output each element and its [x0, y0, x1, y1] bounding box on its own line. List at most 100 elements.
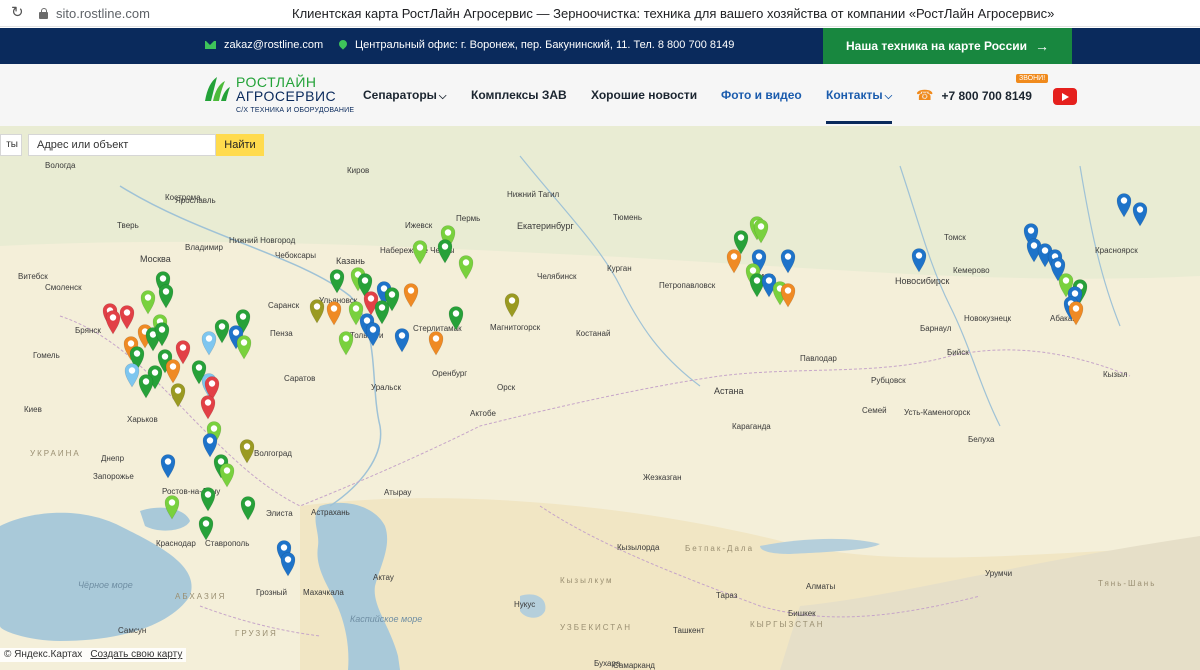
map-marker-icon[interactable]	[158, 283, 174, 309]
nav-separators[interactable]: Сепараторы ⌵	[363, 88, 447, 102]
city-label: Орск	[497, 383, 516, 392]
copyright-text: © Яндекс.Картах	[4, 649, 83, 660]
city-label: Казань	[336, 256, 365, 266]
phone-icon: ☎	[916, 87, 934, 103]
map-marker-icon[interactable]	[458, 254, 474, 280]
map-marker-icon[interactable]	[1132, 201, 1148, 227]
logo-text: РОСТЛАЙН АГРОСЕРВИС С/Х ТЕХНИКА И ОБОРУД…	[236, 75, 354, 114]
map-marker-icon[interactable]	[160, 453, 176, 479]
city-label: Магнитогорск	[490, 323, 541, 332]
map-marker-icon[interactable]	[780, 248, 796, 274]
nav-complexes[interactable]: Комплексы ЗАВ	[471, 88, 567, 102]
top-info-bar: zakaz@rostline.com Центральный офис: г. …	[0, 28, 1200, 64]
email-contact[interactable]: zakaz@rostline.com	[205, 39, 323, 51]
call-badge: ЗВОНИ!	[1016, 74, 1049, 83]
map-copyright: © Яндекс.Картах Создать свою карту	[0, 648, 187, 662]
city-label: Нижний Тагил	[507, 190, 560, 199]
map-marker-icon[interactable]	[239, 438, 255, 464]
city-label: Павлодар	[800, 354, 837, 363]
city-label: Гомель	[33, 351, 60, 360]
map-marker-icon[interactable]	[780, 282, 796, 308]
nav-contacts[interactable]: Контакты ⌵	[826, 88, 892, 102]
city-label: Краснодар	[156, 539, 196, 548]
layers-button[interactable]: ты	[0, 134, 22, 156]
map-marker-icon[interactable]	[154, 321, 170, 347]
city-label: Новокузнецк	[964, 314, 1012, 323]
region-label: УЗБЕКИСТАН	[560, 623, 632, 632]
map-marker-icon[interactable]	[105, 309, 121, 335]
city-label: Кызыл	[1103, 370, 1128, 379]
map-marker-icon[interactable]	[280, 551, 296, 577]
city-label: Новосибирск	[895, 276, 950, 286]
map-marker-icon[interactable]	[140, 289, 156, 315]
url-text[interactable]: sito.rostline.com	[56, 6, 150, 21]
map-marker-icon[interactable]	[1116, 192, 1132, 218]
map-marker-icon[interactable]	[448, 305, 464, 331]
map-marker-icon[interactable]	[329, 268, 345, 294]
phone-number: +7 800 700 8149	[941, 88, 1032, 103]
map-marker-icon[interactable]	[326, 300, 342, 326]
map-marker-icon[interactable]	[200, 394, 216, 420]
email-text[interactable]: zakaz@rostline.com	[224, 39, 323, 51]
map-marker-icon[interactable]	[165, 358, 181, 384]
region-label: КЫРГЫЗСТАН	[750, 620, 825, 629]
map-marker-icon[interactable]	[1068, 300, 1084, 326]
city-label: Тюмень	[613, 213, 642, 222]
nav-photo-video[interactable]: Фото и видео	[721, 88, 802, 102]
map-marker-icon[interactable]	[170, 382, 186, 408]
city-label: Запорожье	[93, 472, 134, 481]
map-marker-icon[interactable]	[504, 292, 520, 318]
map-marker-icon[interactable]	[753, 218, 769, 244]
youtube-icon[interactable]	[1053, 88, 1077, 105]
search-button[interactable]: Найти	[216, 134, 264, 156]
map-marker-icon[interactable]	[437, 238, 453, 264]
map-marker-icon[interactable]	[309, 298, 325, 324]
map-marker-icon[interactable]	[164, 494, 180, 520]
city-label: Актобе	[470, 409, 496, 418]
map-marker-icon[interactable]	[138, 373, 154, 399]
map-marker-icon[interactable]	[200, 486, 216, 512]
city-label: Брянск	[75, 326, 101, 335]
city-label: Петропавловск	[659, 281, 716, 290]
city-label: Волгоград	[254, 449, 292, 458]
city-label: Пенза	[270, 329, 293, 338]
map-marker-icon[interactable]	[911, 247, 927, 273]
logo-tagline: С/Х ТЕХНИКА И ОБОРУДОВАНИЕ	[236, 107, 355, 114]
region-label: АБХАЗИЯ	[175, 592, 227, 601]
map-marker-icon[interactable]	[219, 462, 235, 488]
create-map-link[interactable]: Создать свою карту	[90, 649, 182, 661]
city-label: Чебоксары	[275, 251, 316, 260]
phone-link[interactable]: ☎ +7 800 700 8149	[916, 87, 1032, 104]
map-marker-icon[interactable]	[412, 239, 428, 265]
city-label: Томск	[944, 233, 966, 242]
city-label: Барнаул	[920, 324, 952, 333]
city-label: Харьков	[127, 415, 158, 424]
lock-icon[interactable]	[39, 7, 48, 19]
city-label: Саранск	[268, 301, 300, 310]
city-label: Махачкала	[303, 588, 344, 597]
map-marker-icon[interactable]	[365, 321, 381, 347]
city-label: Ижевск	[405, 221, 433, 230]
map-cta-button[interactable]: Наша техника на карте России →	[823, 28, 1072, 64]
logo-leaf-icon	[205, 77, 230, 101]
city-label: Киров	[347, 166, 370, 175]
browser-address-bar: ↻ sito.rostline.com Клиентская карта Рос…	[0, 0, 1200, 27]
city-label: Смоленск	[45, 283, 82, 292]
city-label: Урумчи	[985, 569, 1013, 578]
map-marker-icon[interactable]	[403, 282, 419, 308]
map-marker-icon[interactable]	[236, 334, 252, 360]
city-label: Костанай	[576, 329, 611, 338]
reload-icon[interactable]: ↻	[11, 5, 25, 20]
map-marker-icon[interactable]	[726, 248, 742, 274]
map-marker-icon[interactable]	[394, 327, 410, 353]
nav-news[interactable]: Хорошие новости	[591, 88, 697, 102]
clients-map[interactable]: Вологда Кострома Киров Нижний Тагил Екатерин…	[0, 126, 1200, 670]
logo[interactable]: РОСТЛАЙН АГРОСЕРВИС С/Х ТЕХНИКА И ОБОРУД…	[203, 75, 354, 114]
map-marker-icon[interactable]	[240, 495, 256, 521]
map-marker-icon[interactable]	[338, 330, 354, 356]
search-input[interactable]: Адрес или объект	[28, 134, 216, 156]
map-marker-icon[interactable]	[119, 304, 135, 330]
map-marker-icon[interactable]	[428, 330, 444, 356]
map-marker-icon[interactable]	[198, 515, 214, 541]
city-label: Бухара	[594, 659, 621, 668]
